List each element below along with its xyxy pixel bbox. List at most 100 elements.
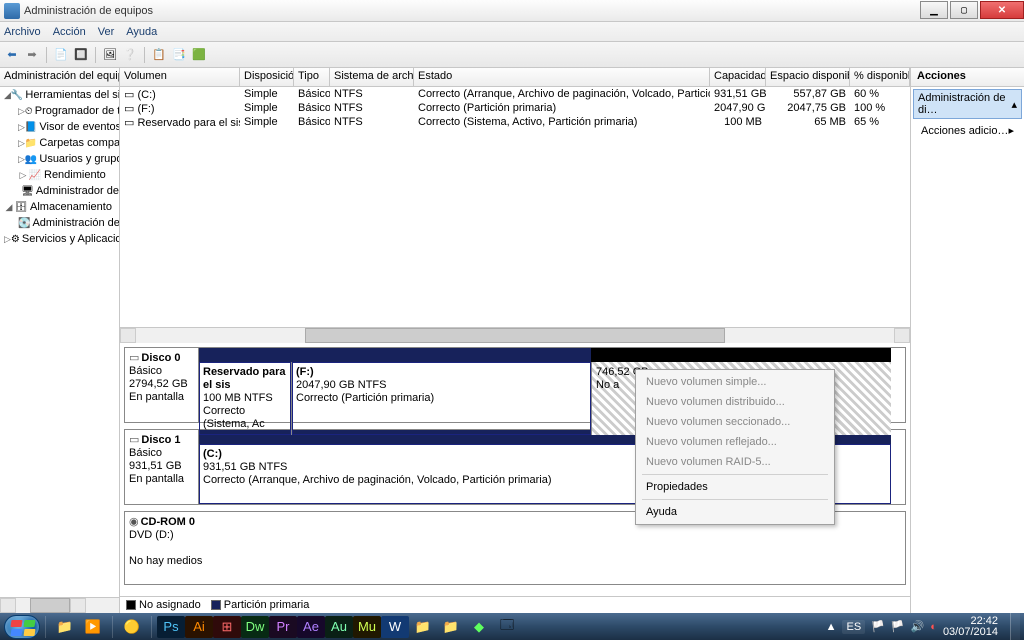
tree-icon: 📘 bbox=[25, 120, 37, 134]
task-br[interactable]: ⊞ bbox=[213, 616, 241, 638]
partition[interactable]: Reservado para el sis100 MB NTFSCorrecto… bbox=[199, 362, 291, 435]
tree-item[interactable]: 💽Administración de bbox=[0, 215, 119, 231]
menu-file[interactable]: Archivo bbox=[4, 26, 41, 38]
tray-volume-icon[interactable]: 🔊 bbox=[911, 620, 925, 633]
tree-label: Administrador de bbox=[36, 185, 119, 197]
tray-language[interactable]: ES bbox=[842, 620, 865, 634]
tree-item[interactable]: ▷👥Usuarios y grupos bbox=[0, 151, 119, 167]
task-chrome[interactable]: 🟡 bbox=[118, 616, 146, 638]
actions-more[interactable]: Acciones adicio…▸ bbox=[911, 121, 1024, 140]
tray-app-icon[interactable]: ◐ bbox=[930, 621, 937, 633]
menu-help[interactable]: Ayuda bbox=[126, 26, 157, 38]
volume-row[interactable]: ▭ (F:)SimpleBásicoNTFSCorrecto (Partició… bbox=[120, 101, 910, 115]
tree-item[interactable]: ▷⏲Programador de t bbox=[0, 103, 119, 119]
maximize-button[interactable] bbox=[950, 1, 978, 19]
refresh-icon[interactable]: 🖼 bbox=[102, 47, 118, 63]
tree-icon: 🗄 bbox=[14, 200, 28, 214]
volume-row[interactable]: ▭ Reservado para el sistemaSimpleBásicoN… bbox=[120, 115, 910, 129]
tree-icon: 📈 bbox=[28, 168, 42, 182]
system-tray[interactable]: ▲ ES 🏳️ 🏳️ 🔊 ◐ 22:4203/07/2014 bbox=[826, 613, 1020, 640]
cdrom-icon: ◉ bbox=[129, 516, 139, 528]
forward-icon[interactable]: ➡ bbox=[24, 47, 40, 63]
tray-clock[interactable]: 22:4203/07/2014 bbox=[943, 616, 998, 638]
context-menu[interactable]: Nuevo volumen simple...Nuevo volumen dis… bbox=[635, 369, 835, 525]
nav-tree[interactable]: Administración del equip ◢🔧Herramientas … bbox=[0, 68, 120, 613]
volume-hscroll[interactable] bbox=[120, 327, 910, 343]
col-estado[interactable]: Estado bbox=[414, 68, 710, 86]
tree-icon: 🖥 bbox=[21, 184, 34, 198]
partition[interactable]: (F:)2047,90 GB NTFSCorrecto (Partición p… bbox=[291, 362, 591, 435]
tree-hscroll[interactable] bbox=[0, 597, 119, 613]
tree-label: Usuarios y grupos bbox=[39, 153, 119, 165]
task-ai[interactable]: Ai bbox=[185, 616, 213, 638]
properties-icon[interactable]: 🔲 bbox=[73, 47, 89, 63]
col-fs[interactable]: Sistema de archivos bbox=[330, 68, 414, 86]
ctx-item: Nuevo volumen RAID-5... bbox=[638, 452, 832, 472]
task-dw[interactable]: Dw bbox=[241, 616, 269, 638]
task-green[interactable]: ◆ bbox=[465, 616, 493, 638]
task-mu[interactable]: Mu bbox=[353, 616, 381, 638]
actions-pane: Acciones Administración de di…▴ Acciones… bbox=[911, 68, 1024, 613]
up-icon[interactable]: 📄 bbox=[53, 47, 69, 63]
tree-item[interactable]: ▷📈Rendimiento bbox=[0, 167, 119, 183]
volume-icon: ▭ bbox=[124, 117, 134, 129]
col-capacidad[interactable]: Capacidad bbox=[710, 68, 766, 86]
help-icon[interactable]: ❔ bbox=[122, 47, 138, 63]
tree-label: Administración de bbox=[32, 217, 119, 229]
col-porcentaje[interactable]: % disponibl bbox=[850, 68, 910, 86]
task-folder1[interactable]: 📁 bbox=[409, 616, 437, 638]
task-folder2[interactable]: 📁 bbox=[437, 616, 465, 638]
task-mediaplayer[interactable]: ▶️ bbox=[79, 616, 107, 638]
export-icon[interactable]: 📑 bbox=[171, 47, 187, 63]
tree-icon: ⚙ bbox=[11, 232, 20, 246]
tray-flag-icon[interactable]: 🏳️ bbox=[871, 620, 885, 633]
tree-icon: 🔧 bbox=[11, 88, 23, 102]
task-explorer[interactable]: 📁 bbox=[51, 616, 79, 638]
task-word[interactable]: W bbox=[381, 616, 409, 638]
tree-item[interactable]: ▷📘Visor de eventos bbox=[0, 119, 119, 135]
tree-label: Programador de t bbox=[35, 105, 119, 117]
col-volumen[interactable]: Volumen bbox=[120, 68, 240, 86]
disk-icon: ▭ bbox=[129, 352, 139, 364]
tray-action-center-icon[interactable]: 🏳️ bbox=[891, 620, 905, 633]
ctx-item: Nuevo volumen simple... bbox=[638, 372, 832, 392]
volume-columns: Volumen Disposición Tipo Sistema de arch… bbox=[120, 68, 910, 87]
task-ae[interactable]: Ae bbox=[297, 616, 325, 638]
list-icon[interactable]: 📋 bbox=[151, 47, 167, 63]
taskbar[interactable]: 📁 ▶️ 🟡 Ps Ai ⊞ Dw Pr Ae Au Mu W 📁 📁 ◆ 🗔 … bbox=[0, 613, 1024, 640]
tree-label: Almacenamiento bbox=[30, 201, 112, 213]
task-pr[interactable]: Pr bbox=[269, 616, 297, 638]
app-icon bbox=[4, 3, 20, 19]
show-desktop[interactable] bbox=[1010, 613, 1020, 640]
toolbar: ⬅ ➡ 📄 🔲 🖼 ❔ 📋 📑 🟩 bbox=[0, 42, 1024, 68]
tree-item[interactable]: 🖥Administrador de bbox=[0, 183, 119, 199]
task-mmc[interactable]: 🗔 bbox=[493, 616, 521, 638]
disk-1-info: ▭Disco 1 Básico 931,51 GB En pantalla bbox=[125, 430, 199, 504]
volume-list[interactable]: ▭ (C:)SimpleBásicoNTFSCorrecto (Arranque… bbox=[120, 87, 910, 327]
volume-row[interactable]: ▭ (C:)SimpleBásicoNTFSCorrecto (Arranque… bbox=[120, 87, 910, 101]
close-button[interactable] bbox=[980, 1, 1024, 19]
menu-view[interactable]: Ver bbox=[98, 26, 115, 38]
tray-expand-icon[interactable]: ▲ bbox=[826, 621, 837, 633]
ctx-item: Nuevo volumen seccionado... bbox=[638, 412, 832, 432]
tree-item[interactable]: ▷⚙Servicios y Aplicacion bbox=[0, 231, 119, 247]
action-icon[interactable]: 🟩 bbox=[191, 47, 207, 63]
legend: No asignado Partición primaria bbox=[120, 596, 910, 613]
task-ps[interactable]: Ps bbox=[157, 616, 185, 638]
col-espacio[interactable]: Espacio disponible bbox=[766, 68, 850, 86]
start-button[interactable] bbox=[4, 615, 40, 639]
tree-header: Administración del equip bbox=[0, 68, 119, 87]
tree-item[interactable]: ▷📁Carpetas compart bbox=[0, 135, 119, 151]
back-icon[interactable]: ⬅ bbox=[4, 47, 20, 63]
tree-item[interactable]: ◢🗄Almacenamiento bbox=[0, 199, 119, 215]
actions-selected[interactable]: Administración de di…▴ bbox=[913, 89, 1022, 119]
titlebar: Administración de equipos bbox=[0, 0, 1024, 22]
tree-item[interactable]: ◢🔧Herramientas del sist bbox=[0, 87, 119, 103]
ctx-help[interactable]: Ayuda bbox=[638, 502, 832, 522]
task-au[interactable]: Au bbox=[325, 616, 353, 638]
minimize-button[interactable] bbox=[920, 1, 948, 19]
col-tipo[interactable]: Tipo bbox=[294, 68, 330, 86]
ctx-properties[interactable]: Propiedades bbox=[638, 477, 832, 497]
menu-action[interactable]: Acción bbox=[53, 26, 86, 38]
col-disposicion[interactable]: Disposición bbox=[240, 68, 294, 86]
